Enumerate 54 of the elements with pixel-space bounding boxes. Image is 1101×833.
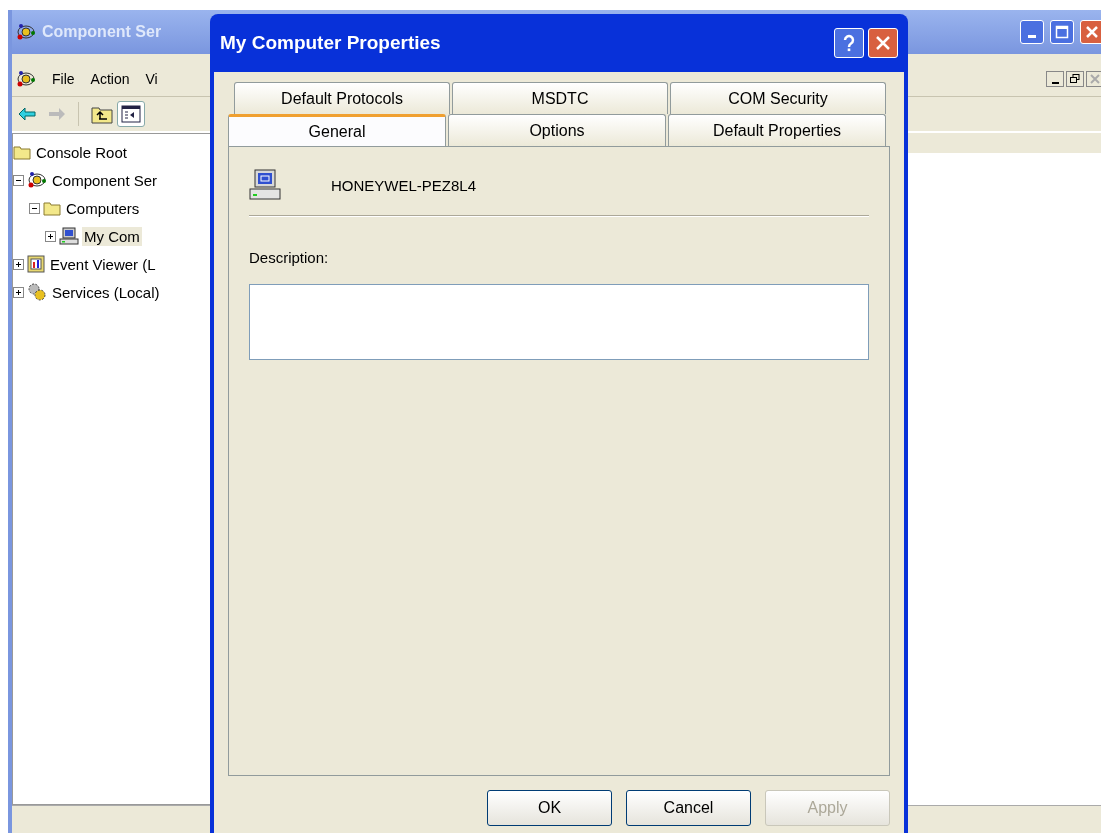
dialog-button[interactable]: Cancel [626, 790, 751, 826]
show-hide-tree-button[interactable] [117, 101, 145, 127]
help-icon [841, 34, 857, 52]
maximize-icon [1055, 25, 1069, 39]
description-label: Description: [249, 249, 330, 266]
tab[interactable]: Options [448, 114, 666, 146]
close-icon [1090, 74, 1100, 84]
expander[interactable] [29, 202, 40, 214]
close-icon [875, 35, 891, 51]
expander[interactable] [13, 286, 24, 298]
folder-icon [13, 144, 31, 160]
dialog-title: My Computer Properties [220, 32, 441, 54]
expander[interactable] [13, 174, 24, 186]
child-minimize-button[interactable] [1046, 71, 1064, 87]
folder-icon [43, 200, 61, 216]
component-services-icon [27, 171, 47, 189]
help-button[interactable] [834, 28, 864, 58]
minimize-icon [1028, 35, 1036, 38]
event-log-icon [27, 255, 45, 273]
tree-item[interactable]: Services (Local) [50, 282, 162, 302]
minimize-icon [1051, 81, 1059, 84]
computer-name: HONEYWEL-PEZ8L4 [331, 176, 477, 194]
tab[interactable]: General [228, 114, 446, 146]
tree-item[interactable]: Event Viewer (L [48, 254, 158, 274]
tab[interactable]: Default Properties [668, 114, 886, 146]
tree-item[interactable]: My Com [82, 226, 142, 246]
close-icon [1085, 25, 1099, 39]
close-button[interactable] [1080, 20, 1101, 44]
computer-icon [59, 227, 79, 245]
gears-icon [27, 283, 47, 301]
child-restore-button[interactable] [1066, 71, 1084, 87]
window-title: Component Ser [42, 23, 162, 41]
tab[interactable]: Default Protocols [234, 82, 450, 114]
close-button[interactable] [868, 28, 898, 58]
restore-icon [1070, 74, 1080, 84]
component-services-icon [16, 70, 36, 88]
expander[interactable] [13, 258, 24, 270]
computer-icon [249, 169, 281, 201]
back-arrow-icon[interactable] [18, 107, 36, 121]
minimize-button[interactable] [1020, 20, 1044, 44]
tab[interactable]: MSDTC [452, 82, 668, 114]
folder-up-icon[interactable] [91, 104, 113, 124]
tree-item[interactable]: Console Root [34, 142, 129, 162]
tree-item[interactable]: Computers [64, 198, 142, 218]
tab[interactable]: COM Security [670, 82, 886, 114]
component-services-icon [16, 23, 36, 41]
menu-item[interactable]: Action [90, 71, 130, 87]
tree-item[interactable]: Component Ser [50, 170, 160, 190]
dialog-button[interactable]: OK [487, 790, 612, 826]
expander[interactable] [45, 230, 56, 242]
description-field[interactable] [249, 284, 869, 360]
maximize-button[interactable] [1050, 20, 1074, 44]
menu-item[interactable]: File [52, 71, 75, 87]
menu-item[interactable]: Vi [145, 71, 158, 87]
